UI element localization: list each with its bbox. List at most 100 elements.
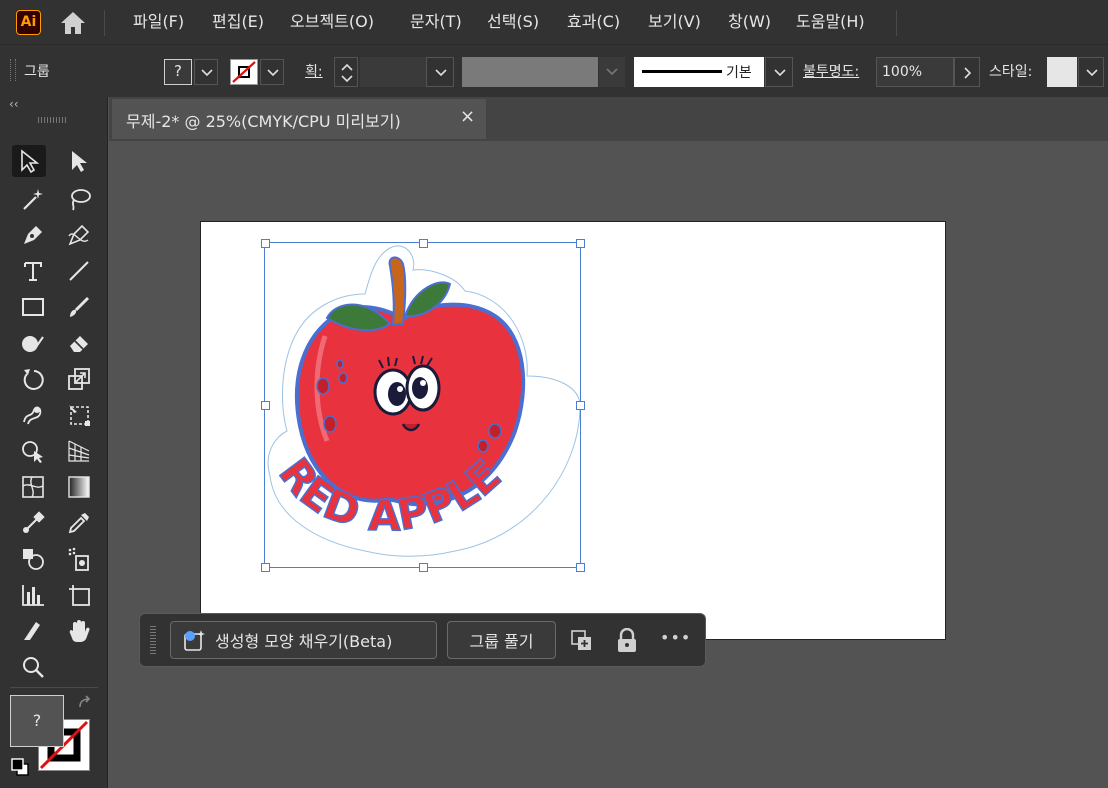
- line-segment-tool[interactable]: [62, 255, 96, 287]
- curvature-tool[interactable]: [62, 219, 96, 251]
- gradient-tool[interactable]: [62, 471, 96, 503]
- resize-handle-sw[interactable]: [261, 563, 270, 572]
- curvature-pen-icon: [68, 224, 90, 246]
- fill-swatch[interactable]: ?: [164, 59, 192, 85]
- artboard-tool[interactable]: [62, 579, 96, 611]
- opacity-input[interactable]: 100%: [876, 57, 954, 87]
- resize-handle-nw[interactable]: [261, 239, 270, 248]
- stroke-weight-input[interactable]: [360, 57, 426, 87]
- ungroup-button[interactable]: 그룹 풀기: [447, 621, 556, 659]
- blend-tool[interactable]: [16, 507, 50, 539]
- stroke-swatch[interactable]: [230, 59, 258, 85]
- warp-tool[interactable]: [16, 399, 50, 431]
- perspective-grid-tool[interactable]: [62, 435, 96, 467]
- resize-handle-se[interactable]: [576, 563, 585, 572]
- symbol-sprayer-tool[interactable]: [62, 543, 96, 575]
- direct-selection-tool[interactable]: [62, 145, 96, 177]
- zoom-tool[interactable]: [16, 651, 50, 683]
- menu-effect[interactable]: 효과(C): [567, 0, 620, 44]
- no-stroke-icon: [232, 61, 256, 83]
- graphic-style-swatch[interactable]: [1047, 57, 1077, 87]
- gradient-icon: [68, 476, 90, 498]
- swap-fill-stroke-icon[interactable]: [76, 695, 94, 717]
- eyedropper-tool[interactable]: [62, 507, 96, 539]
- brush-definition-select[interactable]: 기본: [634, 57, 764, 87]
- column-graph-tool[interactable]: [16, 579, 50, 611]
- stroke-weight-stepper[interactable]: [334, 57, 358, 87]
- fill-dropdown-button[interactable]: [194, 59, 218, 85]
- menu-type[interactable]: 문자(T): [410, 0, 462, 44]
- brush-stroke-preview: [642, 70, 722, 73]
- opacity-label[interactable]: 불투명도:: [803, 61, 859, 81]
- menu-window[interactable]: 창(W): [728, 0, 771, 44]
- rotate-icon: [23, 369, 44, 390]
- stroke-dropdown-button[interactable]: [260, 59, 284, 85]
- document-tab-title: 무제-2* @ 25%(CMYK/CPU 미리보기): [126, 112, 401, 131]
- document-tab[interactable]: 무제-2* @ 25%(CMYK/CPU 미리보기) ×: [112, 99, 486, 139]
- menu-object[interactable]: 오브젝트(O): [290, 0, 374, 44]
- slice-knife-icon: [24, 622, 40, 640]
- arrange-icon[interactable]: [570, 629, 594, 657]
- selection-arrow-icon: [21, 149, 40, 174]
- scale-icon: [68, 368, 90, 390]
- paintbrush-tool[interactable]: [62, 291, 96, 323]
- resize-handle-e[interactable]: [576, 401, 585, 410]
- mesh-tool[interactable]: [16, 471, 50, 503]
- shape-builder-tool[interactable]: [16, 435, 50, 467]
- live-paint-tool[interactable]: [16, 543, 50, 575]
- chevron-right-icon: [964, 67, 972, 79]
- menu-view[interactable]: 보기(V): [648, 0, 701, 44]
- default-fill-stroke-icon[interactable]: [10, 757, 30, 781]
- chevron-down-icon: [267, 69, 279, 77]
- free-transform-icon: [69, 405, 90, 426]
- variable-width-profile[interactable]: [462, 57, 598, 87]
- lasso-tool[interactable]: [62, 183, 96, 215]
- eraser-tool[interactable]: [62, 327, 96, 359]
- scale-tool[interactable]: [62, 363, 96, 395]
- mesh-icon: [22, 476, 44, 498]
- stroke-weight-dropdown[interactable]: [426, 57, 454, 87]
- graphic-style-dropdown[interactable]: [1078, 57, 1104, 87]
- task-bar-grip[interactable]: [150, 626, 156, 654]
- generative-shape-fill-button[interactable]: 생성형 모양 채우기(Beta): [170, 621, 437, 659]
- selection-tool[interactable]: [12, 145, 46, 177]
- fill-swatch-large[interactable]: ?: [10, 695, 64, 747]
- menu-divider: [896, 10, 897, 36]
- shaper-tool[interactable]: [16, 327, 50, 359]
- chevron-down-icon: [435, 69, 447, 77]
- close-tab-icon[interactable]: ×: [460, 106, 475, 127]
- collapse-panel-button[interactable]: ‹‹: [9, 97, 19, 111]
- menu-help[interactable]: 도움말(H): [796, 0, 865, 44]
- resize-handle-n[interactable]: [419, 239, 428, 248]
- ungroup-label: 그룹 풀기: [469, 632, 534, 651]
- pen-tool[interactable]: [16, 219, 50, 251]
- panel-grip[interactable]: [38, 117, 68, 123]
- home-icon[interactable]: [58, 9, 88, 37]
- lock-icon[interactable]: [615, 627, 639, 658]
- menu-edit[interactable]: 편집(E): [212, 0, 264, 44]
- opacity-expand-button[interactable]: [954, 57, 980, 87]
- magic-wand-tool[interactable]: [16, 183, 50, 215]
- direct-selection-arrow-icon: [72, 151, 87, 172]
- free-transform-tool[interactable]: [62, 399, 96, 431]
- stepper-arrows-icon: [341, 63, 353, 83]
- rotate-tool[interactable]: [16, 363, 50, 395]
- selection-bounding-box[interactable]: [261, 239, 585, 572]
- contextual-task-bar: 생성형 모양 채우기(Beta) 그룹 풀기 •••: [139, 613, 706, 667]
- live-paint-icon: [23, 549, 44, 570]
- resize-handle-s[interactable]: [419, 563, 428, 572]
- drag-handle[interactable]: [10, 59, 16, 81]
- type-tool[interactable]: [16, 255, 50, 287]
- resize-handle-w[interactable]: [261, 401, 270, 410]
- menu-file[interactable]: 파일(F): [133, 0, 184, 44]
- more-options-icon[interactable]: •••: [660, 628, 691, 647]
- type-icon: [24, 262, 42, 281]
- style-label: 스타일:: [989, 64, 1033, 80]
- brush-dropdown-button[interactable]: [765, 57, 793, 87]
- rectangle-tool[interactable]: [16, 291, 50, 323]
- resize-handle-ne[interactable]: [576, 239, 585, 248]
- hand-tool[interactable]: [62, 615, 96, 647]
- slice-tool[interactable]: [16, 615, 50, 647]
- menu-select[interactable]: 선택(S): [487, 0, 539, 44]
- variable-width-dropdown[interactable]: [599, 57, 625, 87]
